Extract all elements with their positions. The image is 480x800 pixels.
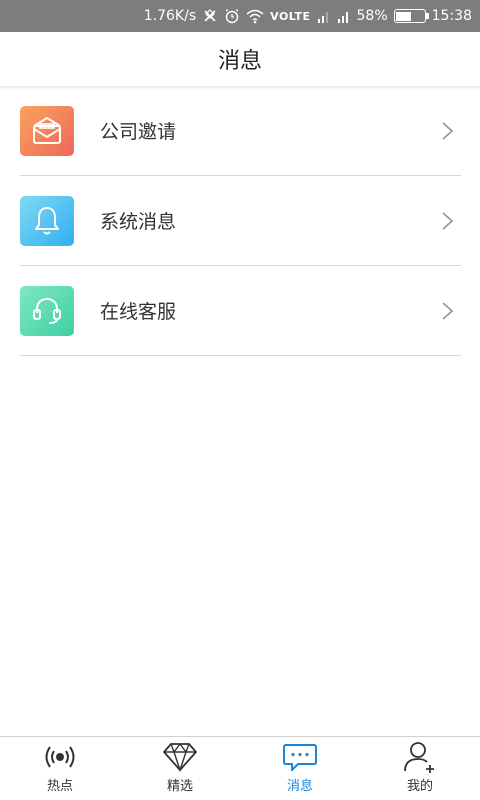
network-speed: 1.76K/s (143, 8, 197, 24)
system-message-label: 系统消息 (100, 211, 177, 233)
data-transfer-icon (202, 8, 218, 24)
broadcast-icon (42, 741, 78, 773)
headset-icon (20, 285, 74, 336)
chevron-right-icon (442, 211, 454, 230)
chat-icon (282, 741, 318, 773)
page-title: 消息 (217, 49, 262, 74)
battery-percent: 58% (356, 8, 388, 24)
company-invite-label: 公司邀请 (100, 121, 177, 143)
chevron-right-icon (442, 301, 454, 320)
battery-icon (393, 9, 429, 23)
online-service-item[interactable]: 在线客服 (20, 266, 461, 356)
status-bar: 1.76K/s VOLTE 58% 15:38 (0, 0, 480, 32)
alarm-icon (224, 8, 240, 24)
signal-icon-2 (337, 9, 351, 23)
tab-mine[interactable]: 我的 (360, 737, 480, 800)
tab-hot-label: 热点 (46, 779, 73, 794)
clock: 15:38 (431, 8, 472, 24)
bell-icon (20, 195, 74, 246)
envelope-icon (20, 105, 74, 156)
volte-indicator: VOLTE (270, 9, 311, 23)
tab-messages[interactable]: 消息 (240, 737, 360, 800)
tab-featured[interactable]: 精选 (120, 737, 240, 800)
wifi-icon (246, 8, 264, 24)
online-service-label: 在线客服 (100, 301, 177, 323)
message-list: 公司邀请 系统消息 在线客服 (20, 86, 461, 356)
diamond-icon (162, 741, 198, 773)
system-message-item[interactable]: 系统消息 (20, 176, 461, 266)
company-invite-item[interactable]: 公司邀请 (20, 86, 461, 176)
bottom-tab-bar: 热点 精选 消息 我的 (0, 736, 480, 800)
page-header: 消息 (0, 32, 480, 86)
chevron-right-icon (442, 121, 454, 140)
user-add-icon (402, 741, 438, 773)
tab-messages-label: 消息 (286, 779, 313, 794)
signal-icon (317, 9, 331, 23)
tab-hot[interactable]: 热点 (0, 737, 120, 800)
tab-featured-label: 精选 (166, 779, 193, 794)
tab-mine-label: 我的 (406, 779, 433, 794)
